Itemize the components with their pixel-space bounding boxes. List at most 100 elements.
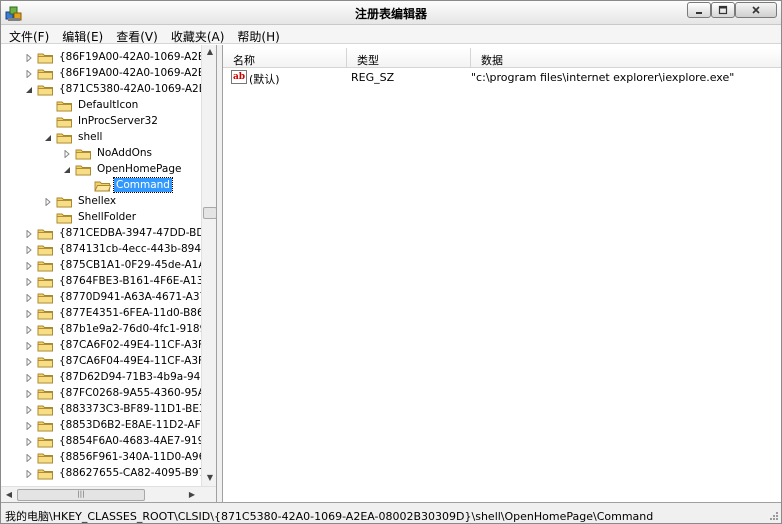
menu-item-4[interactable]: 收藏夹(A) [163,25,230,44]
scroll-up-icon[interactable]: ▲ [205,47,215,57]
menu-item-5[interactable]: 帮助(H) [229,25,284,44]
tree-item[interactable]: {86F19A00-42A0-1069-A2EB- [21,65,201,81]
scroll-left-icon[interactable]: ◀ [4,490,14,500]
tree-item[interactable]: {87CA6F02-49E4-11CF-A3FE [21,337,201,353]
registry-tree[interactable]: {86F19A00-42A0-1069-A2E9- {86F19A00-42A0-… [1,45,217,502]
menu-item-3[interactable]: 查看(V) [108,25,163,44]
tree-item[interactable]: {8764FBE3-B161-4F6E-A136- [21,273,201,289]
expand-arrow-icon[interactable] [24,437,33,446]
tree-item[interactable]: ShellFolder [40,209,201,225]
expand-arrow-icon[interactable] [24,453,33,462]
folder-icon [56,133,72,143]
tree-horizontal-scrollbar[interactable]: ◀ ||| ▶ [1,486,216,502]
tree-item[interactable]: {877E4351-6FEA-11d0-B863- [21,305,201,321]
expand-arrow-icon[interactable] [24,277,33,286]
resize-grip-icon[interactable] [767,509,779,521]
expand-arrow-icon[interactable] [24,469,33,478]
tree-item[interactable]: {8853D6B2-E8AE-11D2-AFE8 [21,417,201,433]
tree-item-label: {8856F961-340A-11D0-A96B- [59,451,201,463]
tree-item[interactable]: shell [40,129,201,145]
tree-item-label: {875CB1A1-0F29-45de-A1AE [59,259,201,271]
close-icon [752,6,760,14]
tree-item[interactable]: {86F19A00-42A0-1069-A2E9- [21,49,201,65]
tree-item[interactable]: DefaultIcon [40,97,201,113]
scroll-down-icon[interactable]: ▼ [205,473,215,483]
tree-item[interactable]: NoAddOns [59,145,201,161]
expand-arrow-icon[interactable] [24,405,33,414]
expand-arrow-icon[interactable] [24,309,33,318]
tree-item[interactable]: {88627655-CA82-4095-B972- [21,465,201,481]
folder-icon [56,101,72,111]
tree-horizontal-scroll-thumb[interactable]: ||| [17,489,145,501]
tree-item-label: {871C5380-42A0-1069-A2EA [59,83,201,95]
value-row[interactable]: ab (默认) REG_SZ "c:\program files\interne… [229,69,779,87]
value-list[interactable]: 名称 类型 数据 ab (默认) REG_SZ "c:\program file… [223,45,781,502]
folder-icon [37,421,53,431]
tree-item[interactable]: Command [78,177,201,193]
folder-icon [37,277,53,287]
expand-arrow-icon[interactable] [24,421,33,430]
tree-item-label: NoAddOns [97,147,152,159]
status-bar: 我的电脑\HKEY_CLASSES_ROOT\CLSID\{871C5380-4… [1,502,781,523]
column-header-type[interactable]: 类型 [347,48,471,68]
tree-item[interactable]: InProcServer32 [40,113,201,129]
expand-arrow-icon[interactable] [24,389,33,398]
expand-arrow-icon[interactable] [24,341,33,350]
tree-item[interactable]: {875CB1A1-0F29-45de-A1AE [21,257,201,273]
tree-item[interactable]: {87b1e9a2-76d0-4fc1-9189-f [21,321,201,337]
tree-item-label: {8770D941-A63A-4671-A375 [59,291,201,303]
expand-arrow-icon[interactable] [24,69,33,78]
collapse-arrow-icon[interactable] [24,85,33,94]
tree-item[interactable]: {871CEDBA-3947-47DD-BD65 [21,225,201,241]
tree-item[interactable]: OpenHomePage [59,161,201,177]
collapse-arrow-icon[interactable] [62,165,71,174]
expand-arrow-icon[interactable] [62,149,71,158]
title-bar[interactable]: 注册表编辑器 [1,1,781,25]
tree-item[interactable]: Shellex [40,193,201,209]
tree-item[interactable]: {87CA6F04-49E4-11CF-A3FE [21,353,201,369]
folder-icon [37,69,53,79]
tree-vertical-scrollbar[interactable]: ▲ ▼ [201,45,216,486]
tree-item[interactable]: {874131cb-4ecc-443b-8948-7 [21,241,201,257]
maximize-button[interactable] [711,2,735,18]
tree-item[interactable]: {883373C3-BF89-11D1-BE35- [21,401,201,417]
tree-item[interactable]: {871C5380-42A0-1069-A2EA [21,81,201,97]
tree-vertical-scroll-thumb[interactable] [203,207,216,219]
expand-arrow-icon[interactable] [43,197,52,206]
tree-item-label: InProcServer32 [78,115,158,127]
menu-item-2[interactable]: 编辑(E) [54,25,108,44]
folder-icon [56,197,72,207]
expand-arrow-icon[interactable] [24,245,33,254]
expand-arrow-icon[interactable] [24,373,33,382]
tree-item-label: {8854F6A0-4683-4AE7-9191- [59,435,201,447]
tree-item[interactable]: {87FC0268-9A55-4360-95AA [21,385,201,401]
column-header-data[interactable]: 数据 [471,48,781,68]
expand-arrow-icon[interactable] [24,325,33,334]
status-path: 我的电脑\HKEY_CLASSES_ROOT\CLSID\{871C5380-4… [5,510,654,523]
column-header-name[interactable]: 名称 [223,48,347,68]
expand-arrow-icon[interactable] [24,53,33,62]
tree-item[interactable]: {87D62D94-71B3-4b9a-9489- [21,369,201,385]
expand-arrow-icon[interactable] [24,261,33,270]
tree-item[interactable]: {8856F961-340A-11D0-A96B- [21,449,201,465]
folder-icon [37,341,53,351]
tree-item[interactable]: {8770D941-A63A-4671-A375 [21,289,201,305]
menu-item-1[interactable]: 文件(F) [1,25,54,44]
tree-item-label: Command [113,177,173,193]
scroll-right-icon[interactable]: ▶ [187,490,197,500]
expand-arrow-icon[interactable] [24,229,33,238]
value-name: (默认) [249,73,280,86]
tree-item[interactable]: {8854F6A0-4683-4AE7-9191- [21,433,201,449]
minimize-button[interactable] [687,2,711,18]
close-button[interactable] [735,2,777,18]
folder-icon [37,373,53,383]
expand-arrow-icon[interactable] [24,293,33,302]
tree-item-label: {883373C3-BF89-11D1-BE35- [59,403,201,415]
tree-item-label: {87b1e9a2-76d0-4fc1-9189-f [59,323,201,335]
folder-icon [37,309,53,319]
minimize-icon [696,12,702,14]
collapse-arrow-icon[interactable] [43,133,52,142]
expand-arrow-icon[interactable] [24,357,33,366]
window-title: 注册表编辑器 [354,7,427,21]
folder-icon [94,181,111,191]
